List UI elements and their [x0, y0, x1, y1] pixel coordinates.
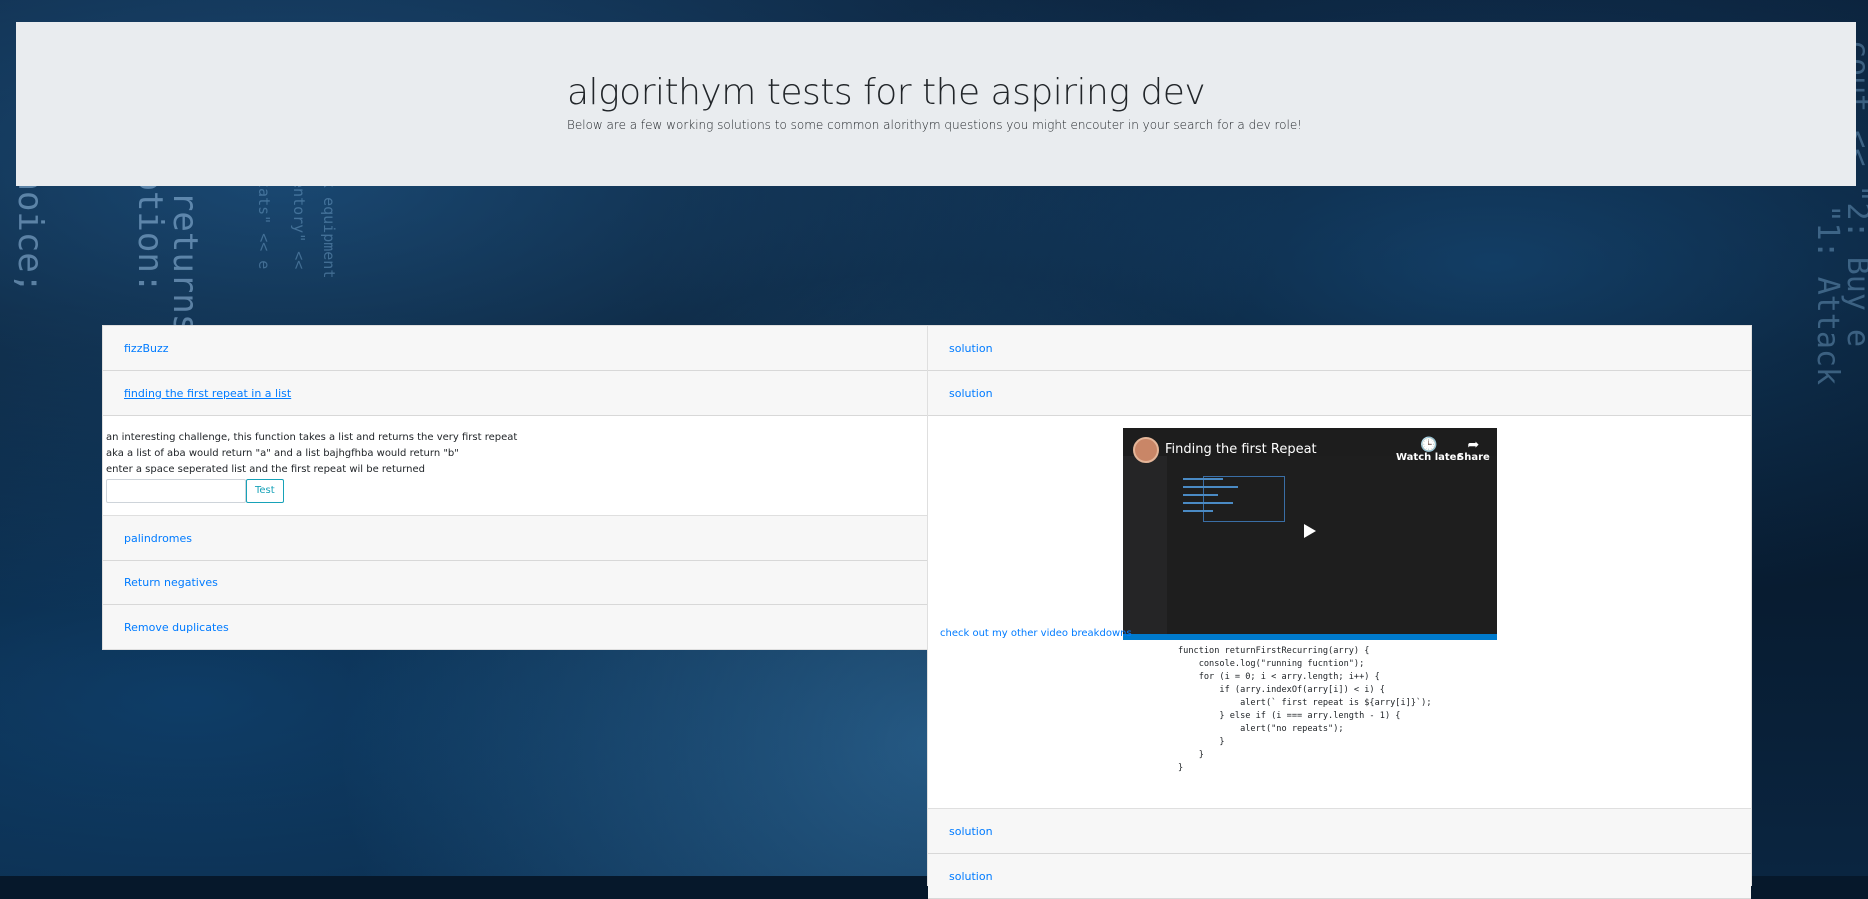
- palindromes-link[interactable]: palindromes: [124, 532, 192, 545]
- remove-duplicates-link[interactable]: Remove duplicates: [124, 621, 229, 634]
- return-negatives-link[interactable]: Return negatives: [124, 576, 218, 589]
- accordion-header-solution: solution: [928, 809, 1751, 854]
- description-line: an interesting challenge, this function …: [106, 432, 518, 443]
- accordion-header-solution: solution: [928, 326, 1751, 371]
- code-line-decoration: [1183, 510, 1213, 512]
- first-repeat-link[interactable]: finding the first repeat in a list: [124, 387, 291, 400]
- fizzbuzz-link[interactable]: fizzBuzz: [124, 342, 169, 355]
- solution-link[interactable]: solution: [949, 342, 993, 355]
- video-thumbnail-highlight: [1203, 476, 1285, 522]
- accordion-header-remove-duplicates: Remove duplicates: [103, 605, 927, 649]
- solution-body: Finding the first Repeat 🕒 Watch later ➦…: [928, 416, 1751, 809]
- video-thumbnail-sidebar: [1123, 456, 1167, 634]
- test-button[interactable]: Test: [246, 479, 284, 503]
- channel-avatar[interactable]: [1133, 437, 1159, 463]
- accordion-header-solution: solution: [928, 854, 1751, 899]
- code-line-decoration: [1183, 486, 1238, 488]
- code-line-decoration: [1183, 494, 1218, 496]
- video-thumbnail: [1123, 456, 1497, 634]
- clock-icon: 🕒: [1419, 437, 1438, 453]
- solution-link[interactable]: solution: [949, 387, 993, 400]
- solution-code: function returnFirstRecurring(arry) { co…: [1178, 646, 1432, 773]
- watch-later-label: Watch later: [1396, 452, 1462, 463]
- solution-link[interactable]: solution: [949, 825, 993, 838]
- share-button[interactable]: ➦ Share: [1457, 438, 1490, 463]
- video-statusbar: [1123, 634, 1497, 640]
- accordion-header-return-negatives: Return negatives: [103, 561, 927, 605]
- code-line-decoration: [1183, 478, 1223, 480]
- watch-later-button[interactable]: 🕒 Watch later: [1396, 438, 1461, 463]
- share-icon: ➦: [1467, 437, 1480, 453]
- first-repeat-body: an interesting challenge, this function …: [103, 416, 927, 516]
- solution-link[interactable]: solution: [949, 870, 993, 883]
- video-title[interactable]: Finding the first Repeat: [1165, 442, 1317, 457]
- description-line: aka a list of aba would return "a" and a…: [106, 448, 459, 459]
- accordion-header-fizzbuzz: fizzBuzz: [103, 326, 927, 371]
- code-line-decoration: [1183, 502, 1233, 504]
- repeat-list-input[interactable]: [106, 479, 246, 503]
- header-jumbotron: algorithym tests for the aspiring dev Be…: [16, 22, 1856, 186]
- background-text: uk equipment: [320, 170, 338, 279]
- share-label: Share: [1457, 452, 1490, 463]
- youtube-embed[interactable]: Finding the first Repeat 🕒 Watch later ➦…: [1123, 428, 1497, 640]
- test-form: Test: [106, 479, 924, 503]
- left-accordion: fizzBuzz finding the first repeat in a l…: [102, 325, 928, 650]
- play-icon[interactable]: [1304, 524, 1316, 538]
- accordion-header-palindromes: palindromes: [103, 516, 927, 561]
- right-accordion: solution solution Finding the first Repe…: [927, 325, 1752, 899]
- accordion-header-solution: solution: [928, 371, 1751, 416]
- other-videos-link[interactable]: check out my other video breakdowns: [940, 628, 1132, 639]
- description-line: enter a space seperated list and the fir…: [106, 464, 425, 475]
- accordion-header-first-repeat: finding the first repeat in a list: [103, 371, 927, 416]
- page-title: algorithym tests for the aspiring dev: [567, 72, 1206, 113]
- page-subtitle: Below are a few working solutions to som…: [567, 118, 1303, 132]
